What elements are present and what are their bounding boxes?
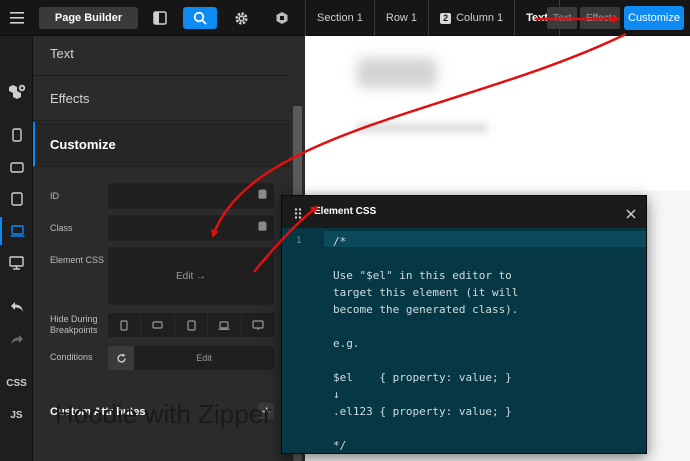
class-input[interactable] bbox=[108, 215, 274, 241]
element-css-modal: Element CSS 1 /* Use "$el" in this editor… bbox=[281, 195, 647, 454]
modal-title: Element CSS bbox=[314, 206, 377, 217]
rail-breakpoint-laptop[interactable] bbox=[0, 217, 33, 245]
modal-header[interactable]: Element CSS bbox=[282, 196, 646, 228]
phone-landscape-icon bbox=[152, 321, 163, 329]
breadcrumb-column[interactable]: 2 Column 1 bbox=[429, 0, 516, 36]
conditions-edit-button[interactable]: Edit bbox=[134, 346, 274, 370]
text-tab-button[interactable]: Text bbox=[547, 7, 577, 29]
tablet-icon bbox=[10, 192, 23, 206]
customize-button[interactable]: Customize bbox=[624, 6, 684, 30]
phone-landscape-icon bbox=[9, 161, 24, 173]
hide-breakpoints-toggles bbox=[108, 313, 275, 337]
code-line: /* bbox=[333, 235, 347, 248]
element-css-edit-link[interactable]: Edit → bbox=[109, 248, 273, 304]
element-css-field[interactable]: Edit → bbox=[108, 247, 274, 305]
class-label: Class bbox=[50, 223, 73, 233]
page-builder-button[interactable]: Page Builder bbox=[39, 7, 138, 29]
rail-css[interactable]: CSS bbox=[0, 369, 33, 397]
rail-add-blocks[interactable] bbox=[0, 78, 33, 106]
hide-breakpoints-label: Hide During Breakpoints bbox=[50, 314, 98, 336]
redo-icon bbox=[10, 335, 23, 345]
hide-phone-toggle[interactable] bbox=[108, 313, 142, 337]
plugin-button[interactable] bbox=[265, 7, 299, 29]
code-line: ↓ bbox=[333, 388, 340, 401]
hexagon-logo-icon bbox=[276, 12, 288, 24]
blurred-heading bbox=[357, 58, 437, 88]
css-label: CSS bbox=[6, 377, 27, 389]
conditions-label: Conditions bbox=[50, 352, 93, 362]
code-line: e.g. bbox=[333, 337, 360, 350]
refresh-icon bbox=[116, 353, 126, 363]
section-effects[interactable]: Effects bbox=[33, 76, 290, 121]
drag-handle-icon[interactable] bbox=[294, 206, 302, 224]
code-line: target this element (it will bbox=[333, 286, 519, 299]
css-code-editor[interactable]: /* Use "$el" in this editor to target this… bbox=[333, 233, 518, 454]
rail-redo[interactable] bbox=[0, 326, 33, 354]
search-button[interactable] bbox=[183, 7, 217, 29]
breadcrumb-section[interactable]: Section 1 bbox=[305, 0, 375, 36]
id-label: ID bbox=[50, 191, 59, 201]
code-line: become the generated class). bbox=[333, 303, 519, 316]
element-css-label: Element CSS bbox=[50, 255, 105, 265]
hide-desktop-toggle[interactable] bbox=[241, 313, 275, 337]
section-text[interactable]: Text bbox=[33, 31, 290, 76]
laptop-icon bbox=[10, 225, 25, 237]
cubes-add-icon bbox=[8, 84, 25, 99]
column-number-badge: 2 bbox=[440, 12, 452, 24]
phone-icon bbox=[120, 319, 128, 331]
hide-label-line-2: Breakpoints bbox=[50, 325, 98, 335]
rail-undo[interactable] bbox=[0, 293, 33, 321]
hide-tablet-toggle[interactable] bbox=[174, 313, 209, 337]
rail-breakpoint-phone-landscape[interactable] bbox=[0, 153, 33, 181]
conditions-control: Edit bbox=[108, 346, 274, 370]
desktop-monitor-icon bbox=[252, 319, 264, 330]
rail-breakpoint-desktop[interactable] bbox=[0, 249, 33, 277]
sidebar-layout-icon bbox=[153, 11, 167, 25]
js-label: JS bbox=[10, 409, 23, 421]
laptop-icon bbox=[218, 320, 230, 330]
settings-button[interactable] bbox=[224, 7, 258, 29]
code-line: Use "$el" in this editor to bbox=[333, 269, 512, 282]
line-number: 1 bbox=[296, 236, 302, 246]
undo-icon bbox=[10, 302, 23, 312]
database-icon[interactable] bbox=[258, 219, 267, 237]
tablet-icon bbox=[186, 319, 196, 331]
database-icon[interactable] bbox=[258, 187, 267, 205]
hide-label-line-1: Hide During bbox=[50, 314, 98, 324]
breadcrumb-column-label: Column 1 bbox=[456, 12, 504, 24]
blurred-text-line bbox=[357, 124, 487, 132]
preview-card bbox=[305, 36, 690, 191]
breadcrumb: Section 1 Row 1 2 Column 1 Text bbox=[305, 0, 560, 36]
settings-panel: Text Effects Customize ID Class Element … bbox=[33, 36, 290, 461]
conditions-reset-button[interactable] bbox=[108, 346, 134, 370]
breadcrumb-row[interactable]: Row 1 bbox=[375, 0, 430, 36]
hamburger-icon bbox=[9, 12, 24, 24]
search-icon bbox=[193, 11, 207, 25]
left-icon-rail: CSS JS bbox=[0, 36, 33, 461]
code-line: .el123 { property: value; } bbox=[333, 405, 512, 418]
phone-icon bbox=[11, 128, 22, 142]
preview-product-title[interactable]: Hoodie with Zipper bbox=[55, 401, 272, 427]
editor-gutter bbox=[282, 228, 324, 453]
rail-breakpoint-tablet[interactable] bbox=[0, 185, 33, 213]
hamburger-menu-button[interactable] bbox=[0, 0, 33, 36]
section-customize[interactable]: Customize bbox=[33, 122, 290, 167]
desktop-monitor-icon bbox=[9, 256, 24, 270]
toggle-panel-button[interactable] bbox=[143, 7, 177, 29]
code-line: $el { property: value; } bbox=[333, 371, 512, 384]
id-input[interactable] bbox=[108, 183, 274, 209]
effects-tab-button[interactable]: Effects bbox=[580, 7, 620, 29]
gear-icon bbox=[234, 11, 248, 25]
code-line: */ bbox=[333, 439, 347, 452]
rail-js[interactable]: JS bbox=[0, 401, 33, 429]
hide-laptop-toggle[interactable] bbox=[208, 313, 242, 337]
close-icon[interactable] bbox=[626, 206, 636, 224]
rail-breakpoint-phone[interactable] bbox=[0, 121, 33, 149]
hide-phone-landscape-toggle[interactable] bbox=[141, 313, 175, 337]
